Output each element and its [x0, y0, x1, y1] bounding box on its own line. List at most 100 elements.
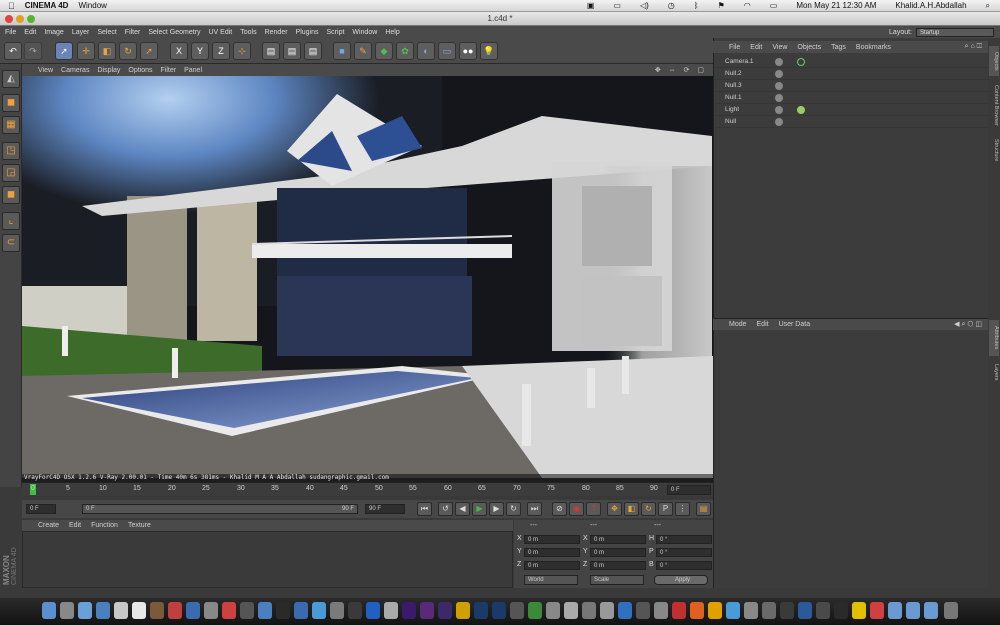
flag-icon[interactable]: ⚑	[718, 1, 725, 10]
app-icon[interactable]	[366, 602, 380, 619]
menu-uv-edit[interactable]: UV Edit	[209, 29, 233, 36]
word-icon[interactable]	[618, 602, 632, 619]
next-frame-icon[interactable]: ▶	[489, 502, 504, 516]
recent-tool-icon[interactable]: ➚	[140, 42, 158, 60]
timeline-window-icon[interactable]: ▤	[696, 502, 711, 516]
menu-layer[interactable]: Layer	[72, 29, 90, 36]
record-keys-icon[interactable]: ⊘	[552, 502, 567, 516]
safari-icon[interactable]	[78, 602, 92, 619]
layout-dropdown[interactable]: Startup	[916, 27, 994, 37]
apple-icon[interactable]: 	[8, 1, 15, 11]
viewport-render[interactable]	[22, 76, 713, 478]
display-icon[interactable]: ▭	[613, 1, 621, 10]
app-icon[interactable]	[384, 602, 398, 619]
photoshop-icon[interactable]	[492, 602, 506, 619]
visibility-dot-icon[interactable]	[775, 118, 783, 126]
app-icon[interactable]	[510, 602, 524, 619]
app-icon[interactable]	[816, 602, 830, 619]
visibility-dot-icon[interactable]	[775, 106, 783, 114]
attr-menu-edit[interactable]: Edit	[757, 321, 769, 328]
calendar-icon[interactable]	[132, 602, 146, 619]
zoom-window-button[interactable]	[27, 15, 35, 23]
material-menu-create[interactable]: Create	[38, 522, 59, 529]
polygons-mode-icon[interactable]: ◼	[2, 186, 20, 204]
render-view-icon[interactable]: ▤	[262, 42, 280, 60]
viewport-menu-view[interactable]: View	[38, 67, 53, 74]
window-menu[interactable]: Window	[78, 1, 106, 10]
obj-menu-objects[interactable]: Objects	[797, 44, 821, 51]
menu-file[interactable]: File	[5, 29, 16, 36]
app-icon[interactable]	[762, 602, 776, 619]
prev-key-icon[interactable]: ↺	[438, 502, 453, 516]
coordinate-system-icon[interactable]: ⊹	[233, 42, 251, 60]
keyframe-selection-icon[interactable]: ?	[586, 502, 601, 516]
current-frame-field[interactable]: 0 F	[667, 485, 711, 495]
camera-icon[interactable]: ●●	[459, 42, 477, 60]
material-menu-function[interactable]: Function	[91, 522, 118, 529]
position-x-field[interactable]: 0 m	[524, 535, 580, 544]
premiere-icon[interactable]	[420, 602, 434, 619]
light-tag-icon[interactable]	[797, 106, 805, 114]
app-icon[interactable]	[780, 602, 794, 619]
app-icon[interactable]	[276, 602, 290, 619]
menu-select[interactable]: Select	[97, 29, 116, 36]
tab-attributes[interactable]: Attributes	[989, 320, 999, 356]
menu-window[interactable]: Window	[352, 29, 377, 36]
launchpad-icon[interactable]	[60, 602, 74, 619]
menu-tools[interactable]: Tools	[240, 29, 256, 36]
filezilla-icon[interactable]	[672, 602, 686, 619]
app-icon[interactable]	[348, 602, 362, 619]
wifi-icon[interactable]: ◠	[744, 1, 751, 10]
app-icon[interactable]	[294, 602, 308, 619]
camera-tag-icon[interactable]	[797, 58, 805, 66]
itunes-icon[interactable]	[150, 602, 164, 619]
menu-image[interactable]: Image	[44, 29, 63, 36]
render-settings-icon[interactable]: ▤	[304, 42, 322, 60]
attr-menu-mode[interactable]: Mode	[729, 321, 747, 328]
app-icon[interactable]	[528, 602, 542, 619]
object-row-camera[interactable]: Camera.1	[715, 56, 988, 68]
folder-icon[interactable]	[924, 602, 938, 619]
minimize-window-button[interactable]	[16, 15, 24, 23]
end-frame-field[interactable]: 90 F	[365, 504, 405, 514]
object-row-null1[interactable]: Null.1	[715, 92, 988, 104]
visibility-dot-icon[interactable]	[775, 82, 783, 90]
obj-menu-tags[interactable]: Tags	[831, 44, 846, 51]
folder-icon[interactable]	[906, 602, 920, 619]
app-icon[interactable]	[312, 602, 326, 619]
viewport-nav-icons[interactable]: ✥ ⇔ ⟳ ▢	[655, 66, 707, 74]
viewport-menu-panel[interactable]: Panel	[184, 67, 202, 74]
visibility-dot-icon[interactable]	[775, 94, 783, 102]
texture-mode-icon[interactable]: ▦	[2, 116, 20, 134]
z-axis-lock-icon[interactable]: Z	[212, 42, 230, 60]
material-menu-texture[interactable]: Texture	[128, 522, 151, 529]
play-icon[interactable]: ▶	[472, 502, 487, 516]
snap-icon[interactable]: ⊂	[2, 234, 20, 252]
close-window-button[interactable]	[5, 15, 13, 23]
clock-icon[interactable]: ◷	[668, 1, 675, 10]
rotate-tool-icon[interactable]: ↻	[119, 42, 137, 60]
app-icon[interactable]	[564, 602, 578, 619]
app-icon[interactable]	[222, 602, 236, 619]
menu-help[interactable]: Help	[385, 29, 399, 36]
array-icon[interactable]: ✿	[396, 42, 414, 60]
app-icon[interactable]	[600, 602, 614, 619]
app-icon[interactable]	[690, 602, 704, 619]
app-icon[interactable]	[852, 602, 866, 619]
undo-icon[interactable]: ↶	[4, 42, 22, 60]
visibility-dot-icon[interactable]	[775, 58, 783, 66]
battery-icon[interactable]: ▭	[770, 1, 778, 10]
menu-script[interactable]: Script	[327, 29, 345, 36]
floor-icon[interactable]: ▭	[438, 42, 456, 60]
object-row-null[interactable]: Null	[715, 116, 988, 128]
app-icon[interactable]	[636, 602, 650, 619]
rotation-h-field[interactable]: 0 °	[656, 535, 712, 544]
light-icon[interactable]: 💡	[480, 42, 498, 60]
size-z-field[interactable]: 0 m	[590, 561, 646, 570]
tab-objects[interactable]: Objects	[989, 46, 999, 76]
frame-range-slider[interactable]: 0 F 90 F	[82, 504, 358, 514]
cube-icon[interactable]: ■	[333, 42, 351, 60]
obj-menu-bookmarks[interactable]: Bookmarks	[856, 44, 891, 51]
go-to-start-icon[interactable]: ⏮	[417, 502, 432, 516]
app-name-menu[interactable]: CINEMA 4D	[25, 1, 69, 10]
